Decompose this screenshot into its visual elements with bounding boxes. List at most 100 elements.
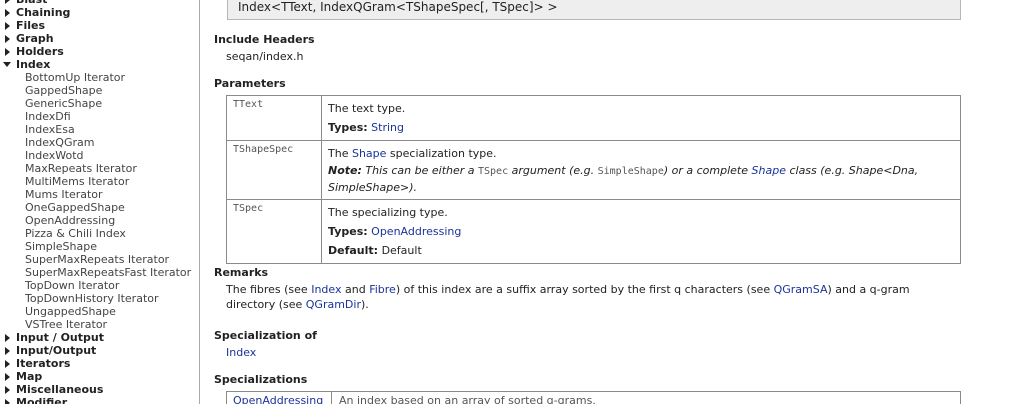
caret-right-icon[interactable] (5, 347, 10, 355)
openaddressing-link[interactable]: OpenAddressing (233, 394, 323, 404)
text-fragment: and (341, 283, 370, 296)
signature-box: Index<TText, IndexQGram<TShapeSpec[, TSp… (227, 0, 961, 20)
parameters-title: Parameters (214, 77, 286, 90)
parameters-table: TText The text type. Types: String TShap… (226, 95, 961, 264)
caret-down-icon[interactable] (3, 62, 11, 67)
sidebar-group-label: Input / Output (16, 331, 104, 344)
sidebar-item[interactable]: TopDown Iterator (0, 279, 199, 292)
sidebar-item[interactable]: BottomUp Iterator (0, 71, 199, 84)
types-label: Types: (328, 225, 368, 238)
param-desc: The Shape specialization type. Note: Thi… (321, 140, 961, 200)
caret-right-icon[interactable] (5, 399, 10, 404)
default-label: Default: (328, 244, 379, 257)
shape-link-2[interactable]: Shape (752, 164, 786, 177)
sidebar-group[interactable]: Input / Output (0, 331, 199, 344)
include-headers-value: seqan/index.h (226, 50, 304, 63)
shape-link[interactable]: Shape (352, 147, 386, 160)
sidebar-item[interactable]: Pizza & Chili Index (0, 227, 199, 240)
param-desc: The text type. Types: String (321, 95, 961, 141)
param-note: Note: This can be either a TSpec argumen… (328, 163, 954, 196)
sidebar-item[interactable]: GenericShape (0, 97, 199, 110)
signature-text: Index<TText, IndexQGram<TShapeSpec[, TSp… (238, 0, 558, 14)
sidebar-item[interactable]: MaxRepeats Iterator (0, 162, 199, 175)
index-link[interactable]: Index (311, 283, 341, 296)
param-name: TText (226, 95, 322, 141)
param-desc-text: The specializing type. (328, 206, 448, 219)
table-row: TSpec The specializing type. Types: Open… (226, 199, 961, 264)
caret-right-icon[interactable] (5, 334, 10, 342)
sidebar-item[interactable]: GappedShape (0, 84, 199, 97)
caret-right-icon[interactable] (5, 373, 10, 381)
sidebar-item[interactable]: IndexWotd (0, 149, 199, 162)
sidebar-group-label: Holders (16, 45, 64, 58)
sidebar-group-label: Modifier (16, 396, 68, 404)
text-fragment: ). (360, 298, 369, 311)
sidebar-group-label: Map (16, 370, 43, 383)
specialization-of-title: Specialization of (214, 329, 317, 342)
caret-right-icon[interactable] (5, 0, 10, 4)
text-fragment: ) of this index are a suffix array sorte… (395, 283, 774, 296)
sidebar-item[interactable]: SuperMaxRepeats Iterator (0, 253, 199, 266)
text-fragment: SimpleShape>). (328, 181, 418, 194)
sidebar-group[interactable]: Modifier (0, 396, 199, 404)
include-headers-title: Include Headers (214, 33, 315, 46)
text-fragment: class (e.g. Shape<Dna, (785, 164, 919, 177)
index-link-2[interactable]: Index (226, 346, 256, 359)
sidebar-group[interactable]: Index (0, 58, 199, 71)
sidebar-item[interactable]: IndexQGram (0, 136, 199, 149)
param-name: TShapeSpec (226, 140, 322, 200)
sidebar-item[interactable]: VSTree Iterator (0, 318, 199, 331)
sidebar-item[interactable]: TopDownHistory Iterator (0, 292, 199, 305)
sidebar-group[interactable]: Chaining (0, 6, 199, 19)
sidebar-item[interactable]: OneGappedShape (0, 201, 199, 214)
sidebar-item[interactable]: OpenAddressing (0, 214, 199, 227)
types-link-openaddressing[interactable]: OpenAddressing (371, 225, 461, 238)
param-name: TSpec (226, 199, 322, 264)
sidebar-item[interactable]: SimpleShape (0, 240, 199, 253)
fibre-link[interactable]: Fibre (369, 283, 396, 296)
sidebar-group[interactable]: Input/Output (0, 344, 199, 357)
sidebar-group-label: Graph (16, 32, 54, 45)
param-types: Types: OpenAddressing (328, 222, 954, 241)
sidebar-item[interactable]: UngappedShape (0, 305, 199, 318)
code-simpleshape: SimpleShape (597, 166, 664, 177)
sidebar-group-label: Iterators (16, 357, 71, 370)
caret-right-icon[interactable] (5, 22, 10, 30)
caret-right-icon[interactable] (5, 9, 10, 17)
main-content: Index<TText, IndexQGram<TShapeSpec[, TSp… (201, 0, 1009, 404)
sidebar-item[interactable]: IndexDfi (0, 110, 199, 123)
specialization-desc: An index based on an array of sorted q-g… (339, 394, 596, 404)
caret-right-icon[interactable] (5, 48, 10, 56)
caret-right-icon[interactable] (5, 360, 10, 368)
types-label: Types: (328, 121, 368, 134)
sidebar-group[interactable]: Files (0, 19, 199, 32)
sidebar-group[interactable]: Holders (0, 45, 199, 58)
sidebar-group[interactable]: Map (0, 370, 199, 383)
text-fragment: argument (e.g. (508, 164, 598, 177)
param-desc-text: The Shape specialization type. (328, 144, 954, 163)
qgramdir-link[interactable]: QGramDir (306, 298, 361, 311)
sidebar-group[interactable]: Graph (0, 32, 199, 45)
text-fragment: The (328, 147, 352, 160)
text-fragment: The fibres (see (226, 283, 312, 296)
sidebar-item[interactable]: MultiMems Iterator (0, 175, 199, 188)
sidebar: BlastChainingFilesGraphHoldersIndexBotto… (0, 0, 200, 404)
specializations-table: OpenAddressing An index based on an arra… (226, 391, 961, 404)
sidebar-group-label: Files (16, 19, 46, 32)
param-desc: The specializing type. Types: OpenAddres… (321, 199, 961, 264)
sidebar-group[interactable]: Iterators (0, 357, 199, 370)
param-types: Types: String (328, 118, 954, 137)
sidebar-group-label: Index (16, 58, 51, 71)
types-link-string[interactable]: String (371, 121, 404, 134)
caret-right-icon[interactable] (5, 386, 10, 394)
caret-right-icon[interactable] (5, 35, 10, 43)
sidebar-group[interactable]: Miscellaneous (0, 383, 199, 396)
specializations-title: Specializations (214, 373, 308, 386)
text-fragment: This can be either a (361, 164, 478, 177)
qgramsa-link[interactable]: QGramSA (774, 283, 828, 296)
sidebar-item[interactable]: IndexEsa (0, 123, 199, 136)
param-default: Default: Default (328, 241, 954, 260)
text-fragment: ) and a q-gram (827, 283, 910, 296)
sidebar-item[interactable]: Mums Iterator (0, 188, 199, 201)
sidebar-item[interactable]: SuperMaxRepeatsFast Iterator (0, 266, 199, 279)
